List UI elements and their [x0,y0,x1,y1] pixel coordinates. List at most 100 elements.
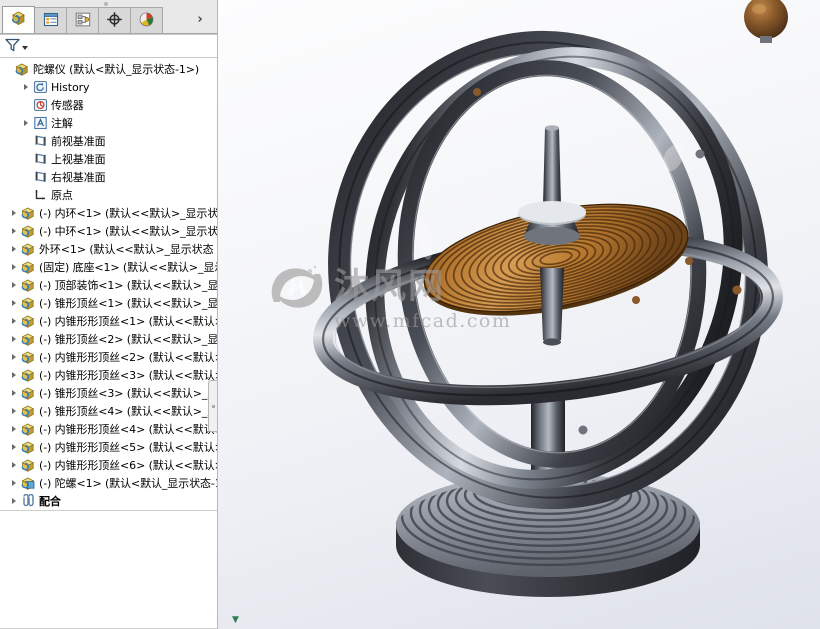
tree-item-label: (-) 锥形顶丝<4> (默认<<默认>_显示状 [39,405,217,418]
sensor-icon [32,98,48,113]
tree-item-label: 前视基准面 [51,135,106,148]
property-manager-tab[interactable] [34,7,67,33]
tree-expand-twisty[interactable] [8,354,20,360]
tree-root-assembly[interactable]: 陀螺仪 (默认<默认_显示状态-1>) [0,60,217,78]
graphics-viewport[interactable]: 沐风网 www.mfcad.com ▼ [218,0,820,629]
tree-expand-twisty[interactable] [8,408,20,414]
tree-root-label: 陀螺仪 (默认<默认_显示状态-1>) [33,63,200,76]
tree-expand-twisty[interactable] [8,498,20,504]
tree-expand-twisty[interactable] [8,264,20,270]
annotation-icon [32,116,48,131]
chevron-right-icon [12,462,16,468]
tree-item-label: (-) 内锥形形顶丝<4> (默认<<默认>_显 [39,423,217,436]
tree-item-label: (固定) 底座<1> (默认<<默认>_显示状 [39,261,217,274]
tree-expand-twisty[interactable] [8,480,20,486]
tree-item[interactable]: 传感器 [0,96,217,114]
tree-item[interactable]: (-) 内锥形形顶丝<3> (默认<<默认>_显 [0,366,217,384]
plane-icon [32,170,48,185]
tree-item[interactable]: (-) 内锥形形顶丝<6> (默认<<默认>_显 [0,456,217,474]
solidworks-window: › 陀螺仪 (默认<默认_显示状态-1>) History 传感器 注解 前视基… [0,0,820,629]
tree-item[interactable]: 前视基准面 [0,132,217,150]
tree-item[interactable]: (-) 内环<1> (默认<<默认>_显示状态 [0,204,217,222]
tree-item[interactable]: (-) 顶部装饰<1> (默认<<默认>_显示状 [0,276,217,294]
tree-expand-twisty[interactable] [20,120,32,126]
tree-item[interactable]: 上视基准面 [0,150,217,168]
tree-item[interactable]: (-) 中环<1> (默认<<默认>_显示状态 [0,222,217,240]
color-wheel-icon [138,11,155,31]
tree-item[interactable]: (-) 锥形顶丝<4> (默认<<默认>_显示状 [0,402,217,420]
dimxpert-manager-tab[interactable] [98,7,131,33]
tree-item[interactable]: (-) 陀螺<1> (默认<默认_显示状态-1> [0,474,217,492]
chevron-right-icon [12,246,16,252]
tree-expand-twisty[interactable] [8,282,20,288]
tree-filter-bar[interactable] [0,34,217,58]
chevron-right-icon [12,480,16,486]
tree-expand-twisty[interactable] [20,84,32,90]
splitter-dot-icon [212,405,215,408]
configuration-manager-tab[interactable] [66,7,99,33]
filter-dropdown-caret-icon[interactable] [22,46,28,50]
tree-expand-twisty[interactable] [8,390,20,396]
tree-item[interactable]: 注解 [0,114,217,132]
more-tabs-button[interactable]: › [183,6,217,33]
tree-expand-twisty[interactable] [8,444,20,450]
tree-expand-twisty[interactable] [8,210,20,216]
panel-splitter-handle[interactable] [208,380,217,432]
config-icon [75,12,91,30]
tree-expand-twisty[interactable] [8,318,20,324]
part-icon [20,224,36,239]
tree-item-label: (-) 陀螺<1> (默认<默认_显示状态-1> [39,477,217,490]
tree-item-label: 传感器 [51,99,84,112]
panel-pin-dot [104,2,108,6]
tree-item-label: (-) 内锥形形顶丝<5> (默认<<默认>_显 [39,441,217,454]
tree-expand-twisty[interactable] [8,462,20,468]
plane-icon [32,152,48,167]
tree-expand-twisty[interactable] [8,300,20,306]
tree-item[interactable]: 外环<1> (默认<<默认>_显示状态 1> [0,240,217,258]
tree-item[interactable]: History [0,78,217,96]
tree-expand-twisty[interactable] [8,426,20,432]
tree-item[interactable]: (固定) 底座<1> (默认<<默认>_显示状 [0,258,217,276]
gyroscope-model [313,0,788,597]
chevron-right-icon [12,444,16,450]
chevron-right-icon [12,210,16,216]
chevron-right-icon [12,426,16,432]
tree-item-label: (-) 锥形顶丝<3> (默认<<默认>_显示状 [39,387,217,400]
feature-manager-tab[interactable] [2,6,35,33]
tree-item-label: (-) 内环<1> (默认<<默认>_显示状态 [39,207,217,220]
tree-item[interactable]: (-) 内锥形形顶丝<2> (默认<<默认>_显 [0,348,217,366]
tree-expand-twisty[interactable] [8,372,20,378]
tree-item-label: 原点 [51,189,73,202]
display-manager-tab[interactable] [130,7,163,33]
tree-item-label: (-) 锥形顶丝<2> (默认<<默认>_显示状 [39,333,217,346]
chevron-right-icon [12,372,16,378]
tree-expand-twisty[interactable] [8,336,20,342]
assembly-icon [14,62,30,77]
tree-expand-twisty[interactable] [8,228,20,234]
top-sphere-ornament [744,0,788,43]
tree-item[interactable]: (-) 锥形顶丝<1> (默认<<默认>_显示状 [0,294,217,312]
chevron-right-icon [24,120,28,126]
tree-item-label: (-) 顶部装饰<1> (默认<<默认>_显示状 [39,279,217,292]
tree-item[interactable]: (-) 内锥形形顶丝<1> (默认<<默认>_显 [0,312,217,330]
tree-item[interactable]: 配合 [0,492,217,511]
tree-item[interactable]: (-) 锥形顶丝<2> (默认<<默认>_显示状 [0,330,217,348]
part-icon [20,314,36,329]
part-icon [20,440,36,455]
tree-item[interactable]: (-) 内锥形形顶丝<4> (默认<<默认>_显 [0,420,217,438]
cube-icon [10,10,27,30]
tree-expand-twisty[interactable] [8,246,20,252]
tree-item-label: 配合 [39,495,61,508]
tree-rows: History 传感器注解前视基准面上视基准面 右视基准面原点 (-) 内环<1> (… [0,78,217,511]
panel-tabs [2,6,163,33]
tree-item[interactable]: 原点 [0,186,217,204]
tree-item-label: (-) 锥形顶丝<1> (默认<<默认>_显示状 [39,297,217,310]
chevron-right-icon [12,336,16,342]
tree-item-label: (-) 内锥形形顶丝<2> (默认<<默认>_显 [39,351,217,364]
tree-item[interactable]: 右视基准面 [0,168,217,186]
tree-item[interactable]: (-) 内锥形形顶丝<5> (默认<<默认>_显 [0,438,217,456]
tree-item[interactable]: (-) 锥形顶丝<3> (默认<<默认>_显示状 [0,384,217,402]
chevron-right-icon [12,498,16,504]
filter-funnel-icon[interactable] [4,37,21,56]
origin-icon [32,188,48,203]
